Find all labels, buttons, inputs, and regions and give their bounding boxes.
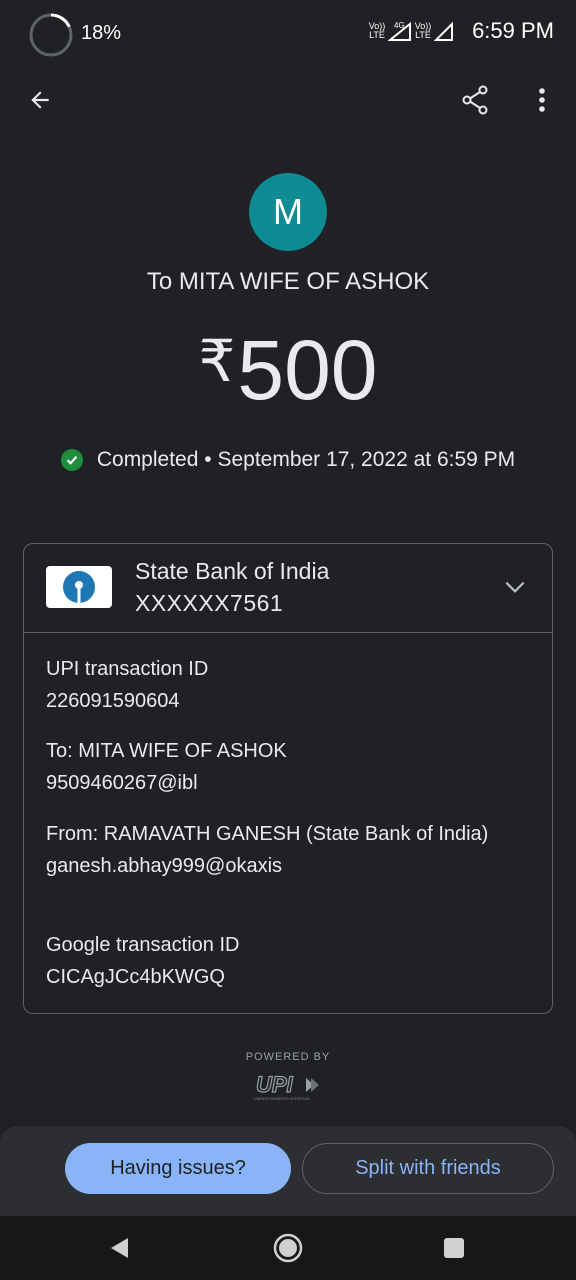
system-nav-bar	[0, 1216, 576, 1280]
amount-value: 500	[237, 323, 378, 417]
nav-home-icon[interactable]	[272, 1232, 304, 1264]
more-vert-icon	[539, 88, 545, 112]
detail-value: 226091590604	[46, 690, 180, 712]
detail-label: Google transaction ID	[46, 934, 240, 956]
back-button[interactable]	[22, 78, 58, 122]
from-details: From: RAMAVATH GANESH (State Bank of Ind…	[46, 820, 536, 880]
detail-value: 9509460267@ibl	[46, 772, 198, 794]
payee-name: To MITA WIFE OF ASHOK	[146, 268, 430, 295]
detail-label: UPI transaction ID	[46, 658, 209, 680]
share-button[interactable]	[456, 78, 494, 122]
status-text: Completed	[96, 448, 199, 471]
volte-icon-2: Vo)) LTE	[414, 21, 432, 40]
battery-percent: 18%	[81, 22, 122, 44]
transaction-details-card: State Bank of India XXXXXX7561 UPI trans…	[23, 543, 553, 1014]
svg-text:UNIFIED PAYMENTS INTERFACE: UNIFIED PAYMENTS INTERFACE	[254, 1097, 310, 1101]
split-with-friends-button[interactable]: Split with friends	[302, 1143, 554, 1194]
screen: 18% Vo)) LTE 4G Vo)) LTE 6:59 PM M To MI…	[0, 0, 576, 1280]
currency-symbol: ₹	[198, 329, 236, 394]
having-issues-button[interactable]: Having issues?	[65, 1143, 291, 1194]
upi-logo-icon: UPI UNIFIED PAYMENTS INTERFACE	[254, 1071, 319, 1101]
bank-account-row[interactable]: State Bank of India XXXXXX7561	[24, 544, 552, 633]
status-bar: 18% Vo)) LTE 4G Vo)) LTE 6:59 PM	[0, 0, 576, 64]
chevron-down-icon	[505, 581, 525, 593]
share-icon	[462, 85, 488, 115]
signal-icon	[434, 21, 453, 41]
detail-value: CICAgJCc4bKWGQ	[46, 966, 225, 988]
signal-4g-icon: 4G	[388, 21, 411, 41]
status-datetime: September 17, 2022 at 6:59 PM	[217, 448, 516, 471]
payment-status: Completed • September 17, 2022 at 6:59 P…	[0, 448, 576, 472]
detail-label: To: MITA WIFE OF ASHOK	[46, 740, 287, 762]
top-app-bar	[0, 64, 576, 136]
payee-avatar: M	[249, 173, 327, 251]
clock: 6:59 PM	[472, 18, 554, 43]
detail-value: ganesh.abhay999@okaxis	[46, 855, 283, 877]
bank-name: State Bank of India	[135, 558, 330, 584]
sbi-logo-icon	[46, 566, 112, 608]
to-details: To: MITA WIFE OF ASHOK 9509460267@ibl	[46, 737, 536, 797]
detail-label: From: RAMAVATH GANESH (State Bank of Ind…	[46, 823, 489, 845]
payment-amount: ₹500	[0, 322, 576, 419]
volte-icon: Vo)) LTE	[368, 21, 386, 40]
status-separator: •	[204, 448, 212, 471]
upi-transaction-id: UPI transaction ID 226091590604	[46, 655, 536, 715]
svg-text:UPI: UPI	[256, 1072, 294, 1097]
google-transaction-id: Google transaction ID CICAgJCc4bKWGQ	[46, 931, 536, 991]
more-options-button[interactable]	[526, 78, 558, 122]
powered-by-label: POWERED BY	[245, 1051, 331, 1063]
nav-back-icon[interactable]	[108, 1236, 132, 1260]
bottom-action-bar: Having issues? Split with friends	[0, 1126, 576, 1216]
check-circle-icon	[60, 449, 83, 471]
signal-indicators: Vo)) LTE 4G Vo)) LTE	[368, 18, 454, 44]
nav-recents-icon[interactable]	[443, 1237, 465, 1259]
bank-account-number: XXXXXX7561	[135, 590, 284, 616]
arrow-back-icon	[31, 91, 49, 109]
battery-ring-icon	[29, 13, 73, 57]
